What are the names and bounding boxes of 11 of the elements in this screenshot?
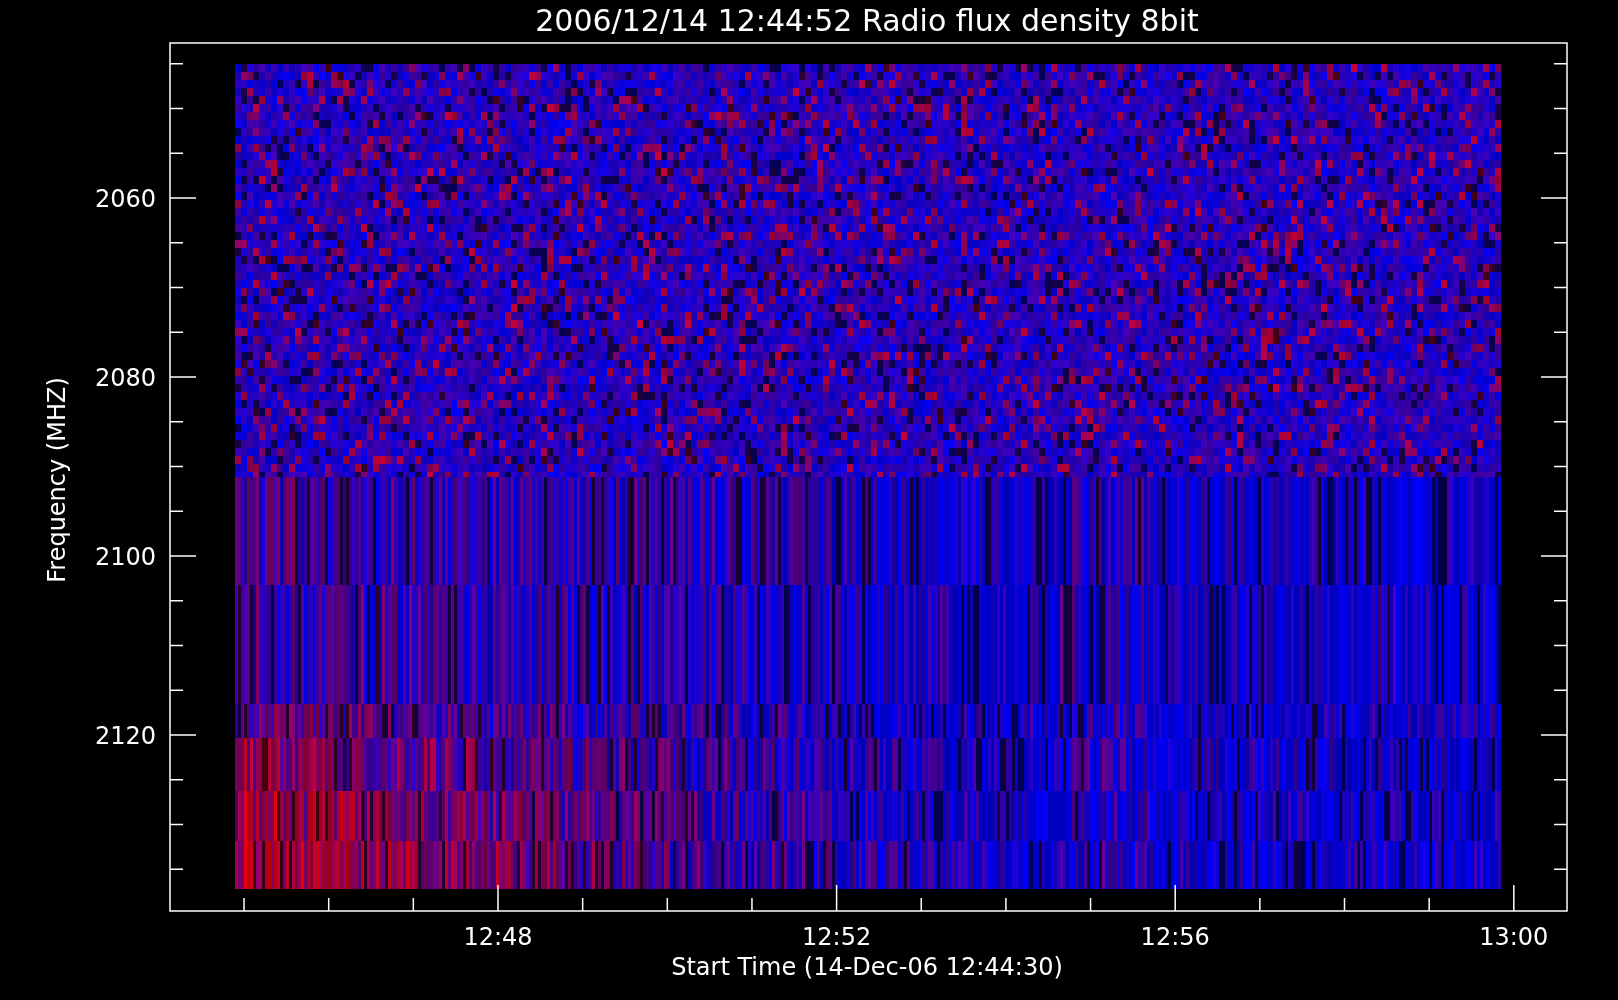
x-tick-label: 13:00 xyxy=(1479,923,1549,951)
x-tick-label: 12:56 xyxy=(1140,923,1210,951)
y-tick-label: 2060 xyxy=(94,185,156,213)
x-tick-label: 12:48 xyxy=(463,923,533,951)
y-tick-label: 2100 xyxy=(94,543,156,571)
x-axis-label: Start Time (14-Dec-06 12:44:30) xyxy=(671,953,1063,981)
y-tick-label: 2080 xyxy=(94,364,156,392)
y-axis-label: Frequency (MHZ) xyxy=(43,377,71,583)
chart-title: 2006/12/14 12:44:52 Radio flux density 8bit xyxy=(535,3,1199,38)
y-tick-label: 2120 xyxy=(94,722,156,750)
x-tick-label: 12:52 xyxy=(802,923,872,951)
